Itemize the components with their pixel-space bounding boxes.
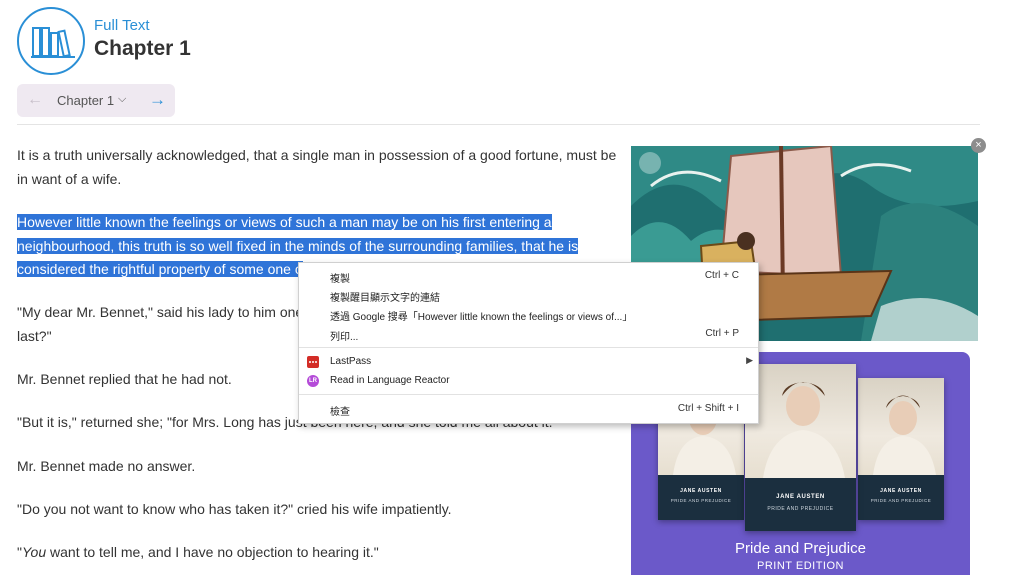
chapter-select[interactable]: Chapter 1: [57, 93, 114, 108]
paragraph-text: Mr. Bennet replied that he had not.: [17, 371, 232, 387]
menu-item-label: LastPass: [330, 356, 372, 367]
menu-item-label: 檢查: [330, 407, 350, 418]
ad-subtitle: PRINT EDITION: [757, 560, 844, 572]
menu-item-shortcut: Ctrl + C: [704, 270, 739, 281]
section-kicker: Full Text: [94, 17, 150, 34]
close-icon[interactable]: ×: [971, 138, 986, 153]
book-author: JANE AUSTEN: [880, 487, 922, 494]
paragraph: "My dear Mr. Bennet," said his lady to h…: [17, 301, 317, 348]
menu-item-label: 透過 Google 搜尋「However little known the fe…: [330, 312, 633, 323]
language-reactor-icon: LR: [307, 375, 319, 387]
portrait-illustration: [858, 378, 944, 475]
site-logo[interactable]: [17, 7, 85, 75]
menu-item-inspect[interactable]: 檢查 Ctrl + Shift + I: [299, 399, 758, 418]
cover-band: JANE AUSTEN PRIDE AND PREJUDICE: [858, 474, 944, 520]
books-icon: [31, 27, 75, 58]
menu-item-label: 列印...: [330, 332, 359, 343]
menu-separator: [299, 394, 758, 395]
menu-item-label: 複製醒目顯示文字的連結: [330, 293, 440, 304]
paragraph-text: "My dear Mr. Bennet," said his lady to h…: [17, 304, 315, 320]
page-title: Chapter 1: [94, 37, 191, 60]
menu-item-print[interactable]: 列印... Ctrl + P: [299, 324, 758, 343]
book-cover: JANE AUSTEN PRIDE AND PREJUDICE: [745, 364, 856, 531]
paragraph-text: It is a truth universally acknowledged, …: [17, 147, 617, 187]
menu-item-language-reactor[interactable]: LR Read in Language Reactor: [299, 371, 758, 390]
book-title: PRIDE AND PREJUDICE: [870, 497, 932, 503]
paragraph: Mr. Bennet made no answer.: [17, 455, 617, 479]
cover-band: JANE AUSTEN PRIDE AND PREJUDICE: [658, 474, 744, 520]
emphasis-text: You: [21, 544, 47, 560]
previous-chapter-icon[interactable]: ←: [27, 91, 43, 109]
book-cover: JANE AUSTEN PRIDE AND PREJUDICE: [858, 378, 944, 520]
submenu-arrow-icon: ▶: [746, 355, 753, 365]
next-chapter-icon[interactable]: →: [149, 90, 166, 110]
paragraph-text: "Do you not want to know who has taken i…: [17, 501, 452, 517]
context-menu: 複製 Ctrl + C 複製醒目顯示文字的連結 透過 Google 搜尋「How…: [298, 262, 759, 424]
paragraph: "You want to tell me, and I have no obje…: [17, 541, 617, 565]
portrait-illustration: [745, 364, 856, 478]
chevron-down-icon[interactable]: ⌵: [118, 93, 126, 106]
paragraph: "Do you not want to know who has taken i…: [17, 498, 617, 522]
paragraph-text: want to tell me, and I have no objection…: [46, 544, 379, 560]
mute-icon[interactable]: [639, 152, 661, 174]
paragraph-text: last?": [17, 327, 52, 344]
menu-item-lastpass[interactable]: LastPass ▶: [299, 352, 758, 371]
header-divider: [17, 124, 980, 125]
menu-item-copy-link-to-highlight[interactable]: 複製醒目顯示文字的連結: [299, 285, 758, 304]
ad-title: Pride and Prejudice: [735, 540, 866, 557]
menu-item-shortcut: Ctrl + P: [705, 328, 739, 339]
lastpass-icon: [307, 356, 319, 368]
paragraph: It is a truth universally acknowledged, …: [17, 144, 617, 191]
chapter-navigator: ← Chapter 1 ⌵ →: [17, 84, 175, 117]
paragraph-text: Mr. Bennet made no answer.: [17, 458, 196, 474]
menu-item-copy[interactable]: 複製 Ctrl + C: [299, 266, 758, 285]
menu-item-shortcut: Ctrl + Shift + I: [677, 403, 739, 414]
cover-band: JANE AUSTEN PRIDE AND PREJUDICE: [745, 477, 856, 531]
book-title: PRIDE AND PREJUDICE: [670, 497, 732, 503]
book-author: JANE AUSTEN: [776, 493, 825, 500]
book-title: PRIDE AND PREJUDICE: [767, 505, 834, 512]
menu-item-label: 複製: [330, 274, 350, 285]
menu-separator: [299, 347, 758, 348]
menu-item-search-google[interactable]: 透過 Google 搜尋「However little known the fe…: [299, 304, 758, 323]
menu-item-label: Read in Language Reactor: [330, 375, 450, 386]
book-author: JANE AUSTEN: [680, 487, 722, 494]
